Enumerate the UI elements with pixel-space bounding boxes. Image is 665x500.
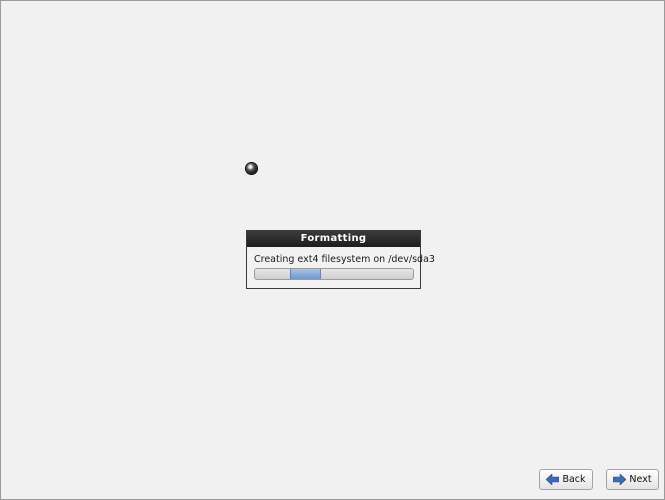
back-button[interactable]: Back xyxy=(539,469,593,490)
arrow-left-icon xyxy=(546,474,560,485)
installer-screen: Formatting Creating ext4 filesystem on /… xyxy=(0,0,665,500)
formatting-dialog: Formatting Creating ext4 filesystem on /… xyxy=(246,230,435,289)
next-button[interactable]: Next xyxy=(606,469,659,490)
next-button-label: Next xyxy=(629,474,652,485)
busy-cursor-icon xyxy=(246,163,257,174)
back-button-label: Back xyxy=(562,474,586,485)
dialog-message: Creating ext4 filesystem on /dev/sda3 xyxy=(254,254,435,265)
arrow-right-icon xyxy=(613,474,627,485)
dialog-title: Formatting xyxy=(247,231,420,247)
progress-bar xyxy=(254,268,414,280)
progress-pulse xyxy=(289,269,322,279)
